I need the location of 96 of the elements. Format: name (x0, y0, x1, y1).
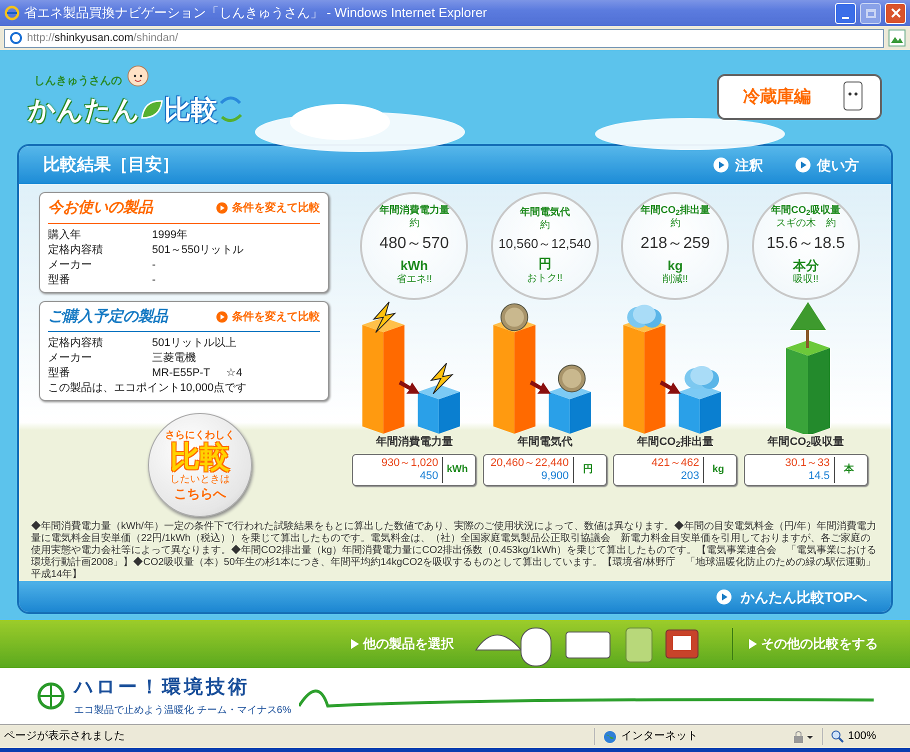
play-circle-icon (216, 202, 228, 214)
metric-title: 年間CO$_{2}$吸収量 (771, 205, 840, 218)
nav-link[interactable]: 他の製品を選択 (351, 634, 454, 654)
security-zone: インターネット (621, 729, 698, 744)
close-button[interactable] (885, 2, 906, 24)
logo-text: かんたん (28, 94, 140, 127)
metric-unit: 円 (538, 256, 552, 272)
category-button[interactable]: 冷蔵庫編 (717, 74, 882, 120)
spec-value: 1999年 (152, 228, 188, 242)
spec-value: 三菱電機 (152, 351, 196, 366)
bar-label: 年間消費電力量 (376, 434, 453, 450)
metric-tagline: おトク!! (526, 272, 563, 285)
unit-label: kWh (446, 463, 469, 477)
metric-title: 年間電気代 (520, 207, 570, 220)
close-icon (890, 8, 900, 18)
metric-tagline: 吸収!! (792, 274, 819, 287)
lock-icon[interactable] (792, 730, 814, 744)
metric-unit: 本分 (792, 258, 819, 274)
play-circle-icon (216, 310, 228, 323)
status-message: ページが表示されました (3, 729, 126, 744)
bar-label: 年間CO$_{2}$吸収量 (768, 434, 844, 450)
metric-value: 15.6～18.5 (766, 234, 845, 254)
globe-icon (36, 681, 66, 711)
spec-label: 定格内容積 (48, 336, 104, 351)
play-circle-icon (713, 157, 729, 173)
unit-label: 円 (582, 463, 594, 477)
globe-icon (603, 730, 617, 744)
unit-label: 本 (842, 462, 855, 477)
before-value: 930～1,020 (381, 456, 438, 470)
spec-value: 501～550リットル (152, 242, 244, 258)
metric-approx: 約 (670, 218, 680, 230)
change-conditions-link[interactable]: 条件を変えて比較 (216, 200, 320, 216)
before-value: 421～462 (652, 456, 700, 470)
spec-label: 購入年 (48, 228, 82, 242)
play-circle-icon (716, 589, 732, 605)
zoom-icon (831, 730, 844, 743)
address-text: shinkyusan.com (54, 32, 134, 44)
metric-title: 年間消費電力量 (379, 205, 450, 218)
metric-unit: kg (668, 258, 683, 274)
spec-value: MR-E55P-T (152, 366, 210, 381)
leaf-icon (140, 98, 164, 122)
triangle-icon (749, 639, 757, 649)
spec-label: 型番 (48, 366, 71, 381)
metric-approx: 約 (409, 218, 420, 230)
metric-title: 年間CO$_{2}$排出量 (640, 205, 710, 218)
bar-label: 年間CO$_{2}$排出量 (637, 434, 714, 450)
spec-value: - (152, 258, 156, 272)
zoom-control[interactable]: 100% (822, 728, 910, 745)
metric-approx: スギの木 約 (776, 218, 836, 230)
metric-value: 480～570 (380, 234, 449, 254)
header-link[interactable]: 注釈 (713, 154, 763, 176)
after-value: 203 (680, 470, 700, 482)
metric-value: 218～259 (640, 234, 710, 254)
after-value: 450 (420, 470, 438, 482)
top-link[interactable]: かんたん比較TOPへ (716, 586, 867, 608)
spec-value: - (152, 272, 156, 288)
minimize-button[interactable] (835, 2, 856, 24)
metric-tagline: 省エネ!! (396, 274, 432, 287)
address-field[interactable]: http://shinkyusan.com/shindan/ (4, 28, 884, 48)
metric-tagline: 削減!! (662, 274, 688, 287)
footer-logo: ハロー！環境技術 (74, 676, 251, 700)
address-text: http:// (27, 32, 55, 44)
logo-caption: しんきゅうさんの (34, 74, 122, 90)
window-title: 省エネ製品買換ナビゲーション「しんきゅうさん」 - Windows Internet Explorer (24, 4, 488, 22)
spec-label: メーカー (48, 351, 93, 366)
spec-label: 型番 (48, 272, 71, 288)
card-heading: 今お使いの製品 (48, 198, 153, 218)
triangle-icon (351, 639, 359, 649)
logo-accent: 比較 (164, 94, 218, 127)
picture-icon[interactable] (888, 29, 906, 47)
metric-value: 10,560～12,540 (498, 236, 592, 252)
before-value: 30.1～33 (785, 456, 830, 470)
unit-label: kg (711, 463, 726, 477)
card-heading: ご購入予定の製品 (48, 306, 168, 326)
eco-point-note: この製品は、エコポイント10,000点です (48, 381, 248, 396)
after-value: 9,900 (541, 470, 569, 482)
maximize-button[interactable] (860, 2, 881, 24)
before-value: 20,460～22,440 (490, 456, 569, 470)
address-text: /shindan/ (133, 32, 178, 44)
browser-icon (4, 5, 20, 21)
play-circle-icon (795, 157, 811, 173)
bar-label: 年間電気代 (517, 434, 572, 450)
header-link[interactable]: 使い方 (795, 154, 859, 176)
spec-label: 定格内容積 (48, 242, 104, 258)
metric-approx: 約 (540, 220, 550, 232)
after-value: 14.5 (808, 470, 830, 482)
footer-tagline: エコ製品で止めよう温暖化 チーム・マイナス6% (74, 704, 292, 718)
spec-value: 501リットル以上 (152, 336, 236, 351)
spec-label: メーカー (48, 258, 93, 272)
nav-link[interactable]: その他の比較をする (749, 634, 878, 654)
detail-compare-button[interactable]: さらにくわしく 比較 したいときは こちらへ (148, 413, 252, 517)
rating-text: ☆4 (226, 366, 242, 381)
metric-unit: kWh (400, 258, 428, 274)
footnote: ◆年間消費電力量（kWh/年）一定の条件下で行われた試験結果をもとに算出した数値であり、実際のご使用状況によって、数値は異なります。◆年間の目安電気料金（円/年）年間消費電力量に電気料金目安単価（22円/1kWh（税込））を乗じて算出したものです。電気料金は、（社）全国家庭電気製品公正取引協議会 新電力料金目安単価を引用しておりますが、各ご家庭の使用実態や電力会社等によって異なります。◆年間CO2排出量（kg）年間消費電力量にCO2排出係数（0.453kg/1kWh）を乗じて算出したものです。【電気事業連合会 「電気事業における環境行動計画2008」】◆CO2吸収量（本）50年生の杉1本につき、年間平均約14kgCO2を吸収するものとして算出しています。【環境省/林野庁 「地球温暖化防止のための緑の駅伝運動」平成14年】 (30, 521, 878, 581)
panel-title: 比較結果［目安］ (43, 154, 179, 176)
change-conditions-link[interactable]: 条件を変えて比較 (216, 308, 320, 325)
